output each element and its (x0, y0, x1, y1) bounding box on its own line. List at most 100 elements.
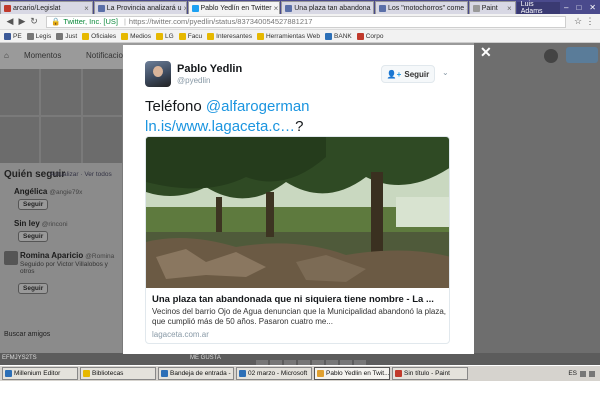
tweet-text: Teléfono @alfarogerman ln.is/www.lagacet… (145, 97, 465, 137)
maximize-icon[interactable]: □ (572, 1, 585, 14)
media-thumb[interactable] (0, 69, 40, 115)
taskbar-button[interactable]: Pablo Yedlin en Twit... (314, 367, 390, 380)
avatar[interactable] (4, 251, 18, 265)
folder-icon (356, 32, 364, 40)
bookmark-label: LG (165, 32, 174, 40)
app-icon (83, 370, 90, 377)
close-icon[interactable]: × (82, 4, 89, 13)
follow-button[interactable]: Seguir (18, 199, 49, 210)
chevron-down-icon[interactable]: ⌄ (442, 68, 449, 77)
back-arrow-icon[interactable]: ◀ (4, 16, 16, 27)
media-thumb[interactable] (82, 69, 122, 115)
menu-icon[interactable]: ⋮ (584, 16, 596, 27)
browser-tab[interactable]: arcario/Legislat × (0, 1, 93, 14)
browser-user-chip[interactable]: Luis Adams (516, 1, 560, 15)
close-icon[interactable]: × (505, 4, 512, 13)
browser-tab[interactable]: Una plaza tan abandona× (281, 1, 374, 14)
taskbar-button[interactable]: Millenium Editor (2, 367, 78, 380)
suggested-user-context: Seguido por Victor Villalobos y otros (20, 261, 108, 275)
tweet-compose-button[interactable] (566, 47, 598, 63)
browser-tab[interactable]: Los "motochorros" come× (375, 1, 468, 14)
favicon-icon (379, 4, 386, 12)
bookmark-item[interactable]: Herramientas Web (256, 32, 320, 40)
bookmarks-bar: PE Legis Just Oficiales Medios LG Facu Interesa… (0, 30, 600, 43)
close-icon[interactable]: ✕ (480, 44, 492, 61)
close-icon[interactable]: × (181, 4, 185, 13)
media-thumb[interactable] (41, 117, 81, 163)
browser-tab-label: Pablo Yedlín en Twitter (200, 4, 272, 12)
shortened-link[interactable]: ln.is/www.lagaceta.c… (145, 118, 295, 135)
card-image[interactable] (146, 137, 450, 288)
add-user-icon: 👤+ (386, 69, 402, 79)
taskbar-button-label: Sin título - Paint (404, 370, 450, 377)
close-icon[interactable]: × (464, 4, 467, 13)
media-grid (0, 69, 122, 163)
media-thumb[interactable] (0, 117, 40, 163)
taskbar-button[interactable]: Sin título - Paint (392, 367, 468, 380)
card-title[interactable]: Una plaza tan abandonada que ni siquiera… (152, 294, 446, 305)
favicon-icon (472, 4, 480, 12)
volume-icon[interactable] (589, 370, 595, 377)
folder-icon (26, 32, 34, 40)
app-icon (161, 370, 168, 377)
taskbar-button[interactable]: Bandeja de entrada - (158, 367, 234, 380)
bookmark-label: Corpo (365, 32, 384, 40)
suggested-user-name: Romina Aparicio @Romina (20, 251, 115, 260)
bookmark-label: Medios (130, 32, 152, 40)
bookmark-item[interactable]: Legis (26, 32, 52, 40)
bookmark-item[interactable]: Interesantes (207, 32, 252, 40)
bookmark-item[interactable]: Facu (178, 32, 202, 40)
media-thumb[interactable] (41, 69, 81, 115)
author-handle[interactable]: @pyedlin (177, 76, 210, 85)
star-icon[interactable]: ☆ (572, 16, 584, 27)
link-card[interactable]: Una plaza tan abandonada que ni siquiera… (145, 136, 450, 344)
address-bar[interactable]: 🔒 Twitter, Inc. [US] | https://twitter.c… (46, 15, 566, 28)
browser-tab[interactable]: Paint × (468, 1, 516, 14)
bookmark-item[interactable]: Corpo (356, 32, 384, 40)
reload-icon[interactable]: ↻ (28, 16, 40, 27)
tweet-modal: Pablo Yedlin @pyedlin 👤+ Seguir ⌄ Teléfo… (123, 45, 474, 354)
forward-arrow-icon[interactable]: ▶ (16, 16, 28, 27)
who-to-follow-links[interactable]: Actualizar · Ver todos (50, 171, 112, 178)
media-thumb[interactable] (82, 117, 122, 163)
minimize-icon[interactable]: – (560, 1, 572, 14)
follow-button[interactable]: Seguir (18, 283, 49, 294)
taskbar-button[interactable]: 02 marzo - Microsoft (236, 367, 312, 380)
folder-icon (207, 32, 215, 40)
home-icon[interactable]: ⌂ (4, 51, 9, 60)
follow-button[interactable]: Seguir (18, 231, 49, 242)
mention-link[interactable]: @alfarogerman (206, 98, 310, 115)
bookmark-item[interactable]: Oficiales (82, 32, 116, 40)
right-header-area (474, 43, 600, 365)
bookmark-label: Interesantes (216, 32, 252, 40)
close-icon[interactable]: × (371, 4, 374, 13)
bookmark-item[interactable]: Just (56, 32, 77, 40)
language-indicator[interactable]: ES (568, 370, 577, 377)
close-icon[interactable]: × (272, 4, 279, 13)
folder-icon (325, 32, 333, 40)
folder-icon (156, 32, 164, 40)
author-name[interactable]: Pablo Yedlin (177, 63, 242, 75)
nav-moments[interactable]: Momentos (24, 51, 61, 60)
find-friends-link[interactable]: Buscar amigos (4, 331, 50, 338)
taskbar-button[interactable]: Bibliotecas (80, 367, 156, 380)
browser-tab[interactable]: La Provincia analizará u× (93, 1, 187, 14)
avatar[interactable] (145, 61, 171, 87)
folder-icon (56, 32, 64, 40)
bookmark-label: Legis (35, 32, 52, 40)
bookmark-item[interactable]: BANK (325, 32, 352, 40)
follow-button[interactable]: 👤+ Seguir (381, 65, 435, 83)
avatar[interactable] (544, 49, 558, 63)
network-icon[interactable] (580, 370, 586, 377)
bookmark-item[interactable]: Medios (121, 32, 152, 40)
taskbar-button-label: Pablo Yedlin en Twit... (326, 370, 390, 377)
app-icon (239, 370, 246, 377)
browser-tab-label: Los "motochorros" come (388, 4, 465, 12)
os-taskbar: Millenium Editor Bibliotecas Bandeja de en… (0, 365, 600, 381)
close-icon[interactable]: ✕ (585, 1, 600, 14)
bookmark-item[interactable]: PE (4, 32, 22, 40)
app-icon (317, 370, 324, 377)
bookmark-item[interactable]: LG (156, 32, 174, 40)
browser-tab[interactable]: Pablo Yedlín en Twitter × (187, 1, 281, 14)
app-icon (5, 370, 12, 377)
